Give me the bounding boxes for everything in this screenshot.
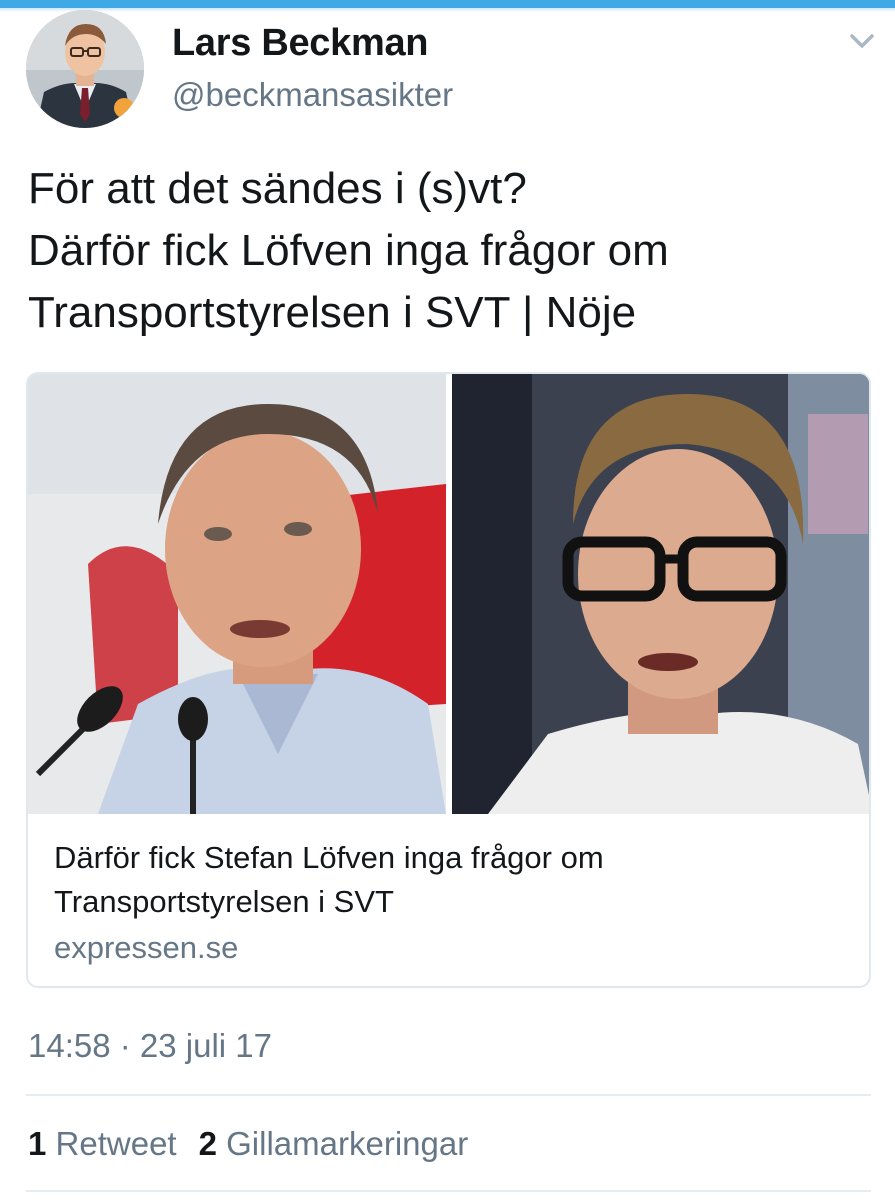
card-title-line: Därför fick Stefan Löfven inga frågor om	[54, 840, 604, 875]
author-name[interactable]: Lars Beckman	[172, 20, 429, 66]
retweet-label[interactable]: Retweet	[56, 1125, 177, 1162]
top-accent-bar	[0, 0, 895, 8]
card-title[interactable]: Därför fick Stefan Löfven inga frågor om…	[54, 836, 844, 924]
card-title-line: Transportstyrelsen i SVT	[54, 884, 394, 919]
card-image[interactable]	[28, 374, 869, 814]
likes-label[interactable]: Gillamarkeringar	[226, 1125, 468, 1162]
tweet-text-line: Därför fick Löfven inga frågor om	[28, 226, 669, 275]
link-card[interactable]: Därför fick Stefan Löfven inga frågor om…	[26, 372, 871, 988]
tweet-text-line: För att det sändes i (s)vt?	[28, 164, 527, 213]
divider	[26, 1190, 871, 1192]
retweet-count[interactable]: 1	[28, 1125, 46, 1162]
divider	[26, 1094, 871, 1096]
avatar[interactable]	[26, 10, 144, 128]
tweet-timestamp[interactable]: 14:58 · 23 juli 17	[28, 1024, 272, 1068]
tweet-text: För att det sändes i (s)vt? Därför fick …	[28, 158, 868, 344]
chevron-down-icon[interactable]	[846, 28, 878, 54]
top-bar-shadow	[0, 8, 895, 12]
tweet-stats: 1 Retweet 2 Gillamarkeringar	[28, 1122, 468, 1166]
card-domain: expressen.se	[54, 930, 239, 965]
likes-count[interactable]: 2	[199, 1125, 217, 1162]
author-handle[interactable]: @beckmansasikter	[172, 74, 453, 116]
tweet-text-line: Transportstyrelsen i SVT | Nöje	[28, 288, 637, 337]
